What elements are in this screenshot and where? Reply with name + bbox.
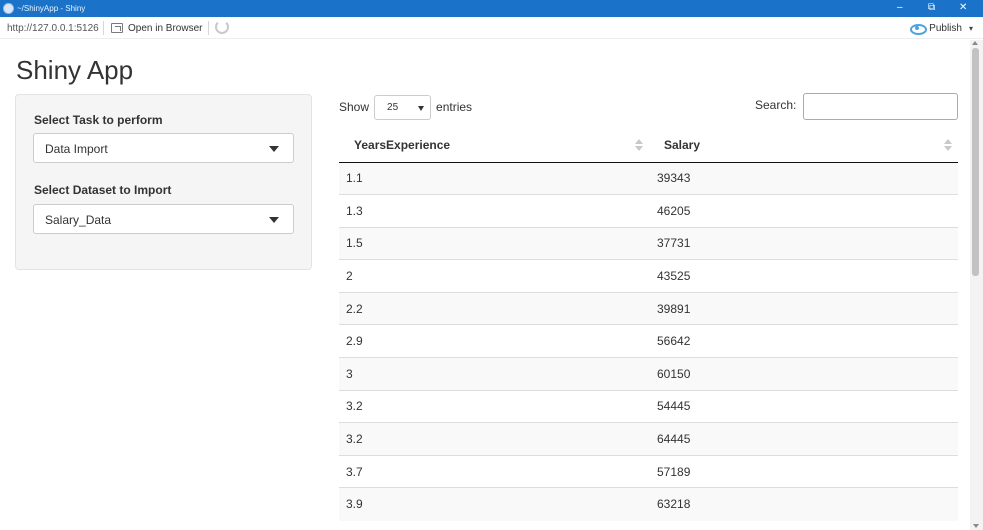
scroll-up-icon[interactable]	[972, 41, 978, 45]
salary-cell: 54445	[649, 389, 958, 423]
open-in-browser-icon	[111, 23, 123, 33]
toolbar-divider	[208, 21, 209, 35]
years-experience-cell: 2.9	[339, 324, 649, 358]
table-row[interactable]: 2 43525	[339, 259, 958, 293]
column-header-label: Salary	[664, 138, 701, 153]
salary-cell: 43525	[649, 259, 958, 293]
column-header-label: YearsExperience	[354, 138, 451, 153]
close-icon[interactable]: ✕	[959, 2, 967, 14]
show-label: Show	[339, 100, 370, 114]
salary-cell: 60150	[649, 357, 958, 391]
table-row[interactable]: 3.9 63218	[339, 487, 958, 521]
salary-cell: 39891	[649, 291, 958, 325]
years-experience-cell: 3.9	[339, 487, 649, 521]
salary-cell: 57189	[649, 454, 958, 488]
dataset-select[interactable]: Salary_Data	[33, 204, 294, 234]
years-experience-cell: 3.2	[339, 422, 649, 456]
table-row[interactable]: 1.3 46205	[339, 194, 958, 228]
page-length-value: 25	[387, 101, 399, 113]
sort-icon	[635, 139, 643, 152]
table-row[interactable]: 3.2 64445	[339, 422, 958, 456]
table-row[interactable]: 2.9 56642	[339, 324, 958, 358]
data-table: YearsExperience Salary 1.1 39343 1.3 462…	[339, 129, 958, 521]
table-row[interactable]: 1.1 39343	[339, 161, 958, 195]
column-header-salary[interactable]: Salary	[649, 129, 958, 163]
page-length-control: Show 25 entries	[339, 94, 472, 120]
caret-down-icon	[269, 146, 279, 152]
years-experience-cell: 1.1	[339, 161, 649, 195]
app-url: http://127.0.0.1:5126	[7, 23, 99, 34]
column-header-yearsexperience[interactable]: YearsExperience	[339, 129, 649, 163]
window-title-bar: ~/ShinyApp - Shiny – ⧉ ✕	[0, 0, 983, 17]
publish-label: Publish	[929, 22, 962, 34]
table-row[interactable]: 3.2 54445	[339, 389, 958, 423]
scrollbar-thumb[interactable]	[972, 48, 979, 276]
years-experience-cell: 3	[339, 357, 649, 391]
caret-down-icon	[418, 105, 425, 111]
page-length-select[interactable]: 25	[374, 94, 432, 120]
salary-cell: 37731	[649, 226, 958, 260]
table-row[interactable]: 3 60150	[339, 357, 958, 391]
salary-cell: 63218	[649, 487, 958, 521]
entries-label: entries	[436, 100, 473, 114]
sidebar-panel: Select Task to perform Data Import Selec…	[15, 94, 312, 270]
table-row[interactable]: 1.5 37731	[339, 226, 958, 260]
salary-cell: 46205	[649, 194, 958, 228]
publish-icon	[910, 23, 928, 35]
scroll-down-icon[interactable]	[973, 524, 979, 528]
toolbar-divider	[103, 21, 104, 35]
task-select-label: Select Task to perform	[34, 113, 163, 127]
years-experience-cell: 3.7	[339, 454, 649, 488]
task-select[interactable]: Data Import	[33, 133, 294, 163]
years-experience-cell: 3.2	[339, 389, 649, 423]
search-label: Search:	[755, 98, 797, 112]
search-input[interactable]	[803, 93, 958, 120]
salary-cell: 39343	[649, 161, 958, 195]
rstudio-icon	[3, 3, 14, 14]
sort-icon	[944, 139, 952, 152]
open-in-browser-label: Open in Browser	[128, 22, 203, 34]
open-in-browser-button[interactable]: Open in Browser	[111, 20, 202, 36]
years-experience-cell: 2	[339, 259, 649, 293]
dataset-select-value: Salary_Data	[45, 213, 112, 227]
salary-cell: 64445	[649, 422, 958, 456]
dataset-select-label: Select Dataset to Import	[34, 183, 172, 197]
years-experience-cell: 1.3	[339, 194, 649, 228]
task-select-value: Data Import	[45, 142, 108, 156]
table-row[interactable]: 3.7 57189	[339, 454, 958, 488]
years-experience-cell: 1.5	[339, 226, 649, 260]
viewer-toolbar: http://127.0.0.1:5126 Open in Browser Pu…	[0, 17, 983, 39]
table-header-row: YearsExperience Salary	[339, 129, 958, 163]
salary-cell: 56642	[649, 324, 958, 358]
vertical-scrollbar[interactable]	[970, 40, 983, 530]
chevron-down-icon[interactable]: ▾	[969, 24, 973, 33]
window-title: ~/ShinyApp - Shiny	[17, 4, 86, 13]
caret-down-icon	[269, 217, 279, 223]
restore-icon[interactable]: ⧉	[928, 2, 935, 14]
minimize-icon[interactable]: –	[897, 2, 903, 14]
refresh-icon[interactable]	[215, 20, 229, 34]
publish-button[interactable]: Publish ▾	[910, 20, 973, 36]
table-row[interactable]: 2.2 39891	[339, 291, 958, 325]
page-title: Shiny App	[16, 55, 134, 85]
years-experience-cell: 2.2	[339, 291, 649, 325]
